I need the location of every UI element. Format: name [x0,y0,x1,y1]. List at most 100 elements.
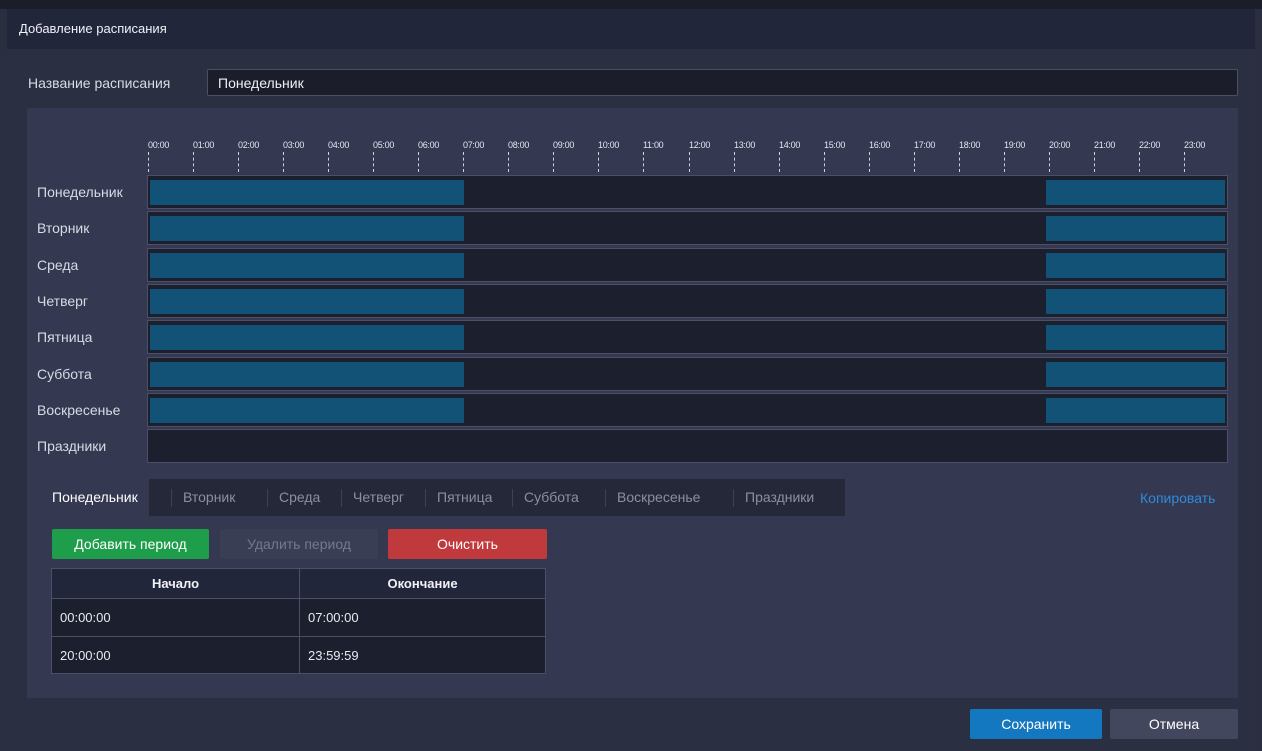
time-tick-label: 12:00 [689,140,711,150]
tab-day[interactable]: Понедельник [41,479,149,516]
schedule-period-segment[interactable] [1045,325,1225,351]
time-tick-label: 19:00 [1004,140,1026,150]
tab-day[interactable]: Вторник [172,479,246,516]
day-row-track[interactable] [147,392,1228,427]
schedule-name-input[interactable] [207,69,1238,96]
tab-day[interactable]: Суббота [513,479,590,516]
dialog-titlebar: Добавление расписания [7,9,1255,50]
time-tick-label: 17:00 [914,140,936,150]
time-tick: 15:00 [824,136,854,174]
schedule-period-segment[interactable] [1045,397,1225,423]
schedule-period-segment[interactable] [150,180,464,205]
schedule-period-segment[interactable] [150,397,464,423]
tab-day[interactable]: Праздники [734,479,825,516]
copy-link[interactable]: Копировать [1140,490,1215,506]
day-row-label: Праздники [37,438,107,455]
time-tick: 19:00 [1004,136,1034,174]
time-tick-label: 11:00 [643,140,664,150]
time-tick-label: 07:00 [463,140,485,150]
time-tick-label: 10:00 [598,140,620,150]
tab-separator [267,489,268,507]
time-tick-label: 15:00 [824,140,846,150]
time-tick: 23:00 [1184,136,1214,174]
time-tick: 18:00 [959,136,989,174]
add-period-button[interactable]: Добавить период [52,529,209,559]
window-top-edge [0,0,1262,9]
time-tick-mark [328,152,329,172]
time-tick-mark [1049,152,1050,172]
table-cell-start[interactable]: 00:00:00 [52,599,299,636]
day-row-track[interactable] [147,211,1228,246]
time-tick: 05:00 [373,136,403,174]
time-tick-mark [1184,152,1185,172]
time-tick-label: 05:00 [373,140,395,150]
tab-separator [733,489,734,507]
tab-separator [171,489,172,507]
time-tick: 20:00 [1049,136,1079,174]
time-tick-label: 09:00 [553,140,575,150]
time-tick-label: 23:00 [1184,140,1206,150]
tab-separator [605,489,606,507]
schedule-period-segment[interactable] [150,216,464,242]
day-tabs: Понедельник Вторник Среда Четверг Пятница Суб… [41,479,845,516]
time-tick: 13:00 [734,136,764,174]
schedule-period-segment[interactable] [1045,180,1225,205]
time-tick-mark [193,152,194,172]
schedule-period-segment[interactable] [1045,361,1225,387]
schedule-period-segment[interactable] [150,325,464,351]
time-tick: 14:00 [779,136,809,174]
day-row-track[interactable] [147,175,1228,209]
day-row-track[interactable] [147,356,1228,391]
time-tick-label: 14:00 [779,140,801,150]
time-tick-mark [508,152,509,172]
time-tick: 22:00 [1139,136,1169,174]
time-tick-mark [1139,152,1140,172]
time-tick: 04:00 [328,136,358,174]
time-tick-mark [824,152,825,172]
time-tick-mark [734,152,735,172]
schedule-period-segment[interactable] [150,361,464,387]
save-button[interactable]: Сохранить [970,709,1102,739]
cancel-button[interactable]: Отмена [1110,709,1238,739]
day-row-track[interactable] [147,247,1228,282]
day-row-label: Понедельник [37,184,123,200]
time-tick: 03:00 [283,136,313,174]
table-cell-start[interactable]: 20:00:00 [52,637,299,674]
time-tick-label: 06:00 [418,140,440,150]
time-tick-mark [1004,152,1005,172]
clear-button[interactable]: Очистить [388,529,547,559]
time-tick-mark [869,152,870,172]
time-tick-mark [373,152,374,172]
time-tick-label: 22:00 [1139,140,1161,150]
time-tick-mark [553,152,554,172]
delete-period-button[interactable]: Удалить период [220,529,378,559]
schedule-period-segment[interactable] [1045,252,1225,278]
day-row-label: Вторник [37,220,90,237]
schedule-period-segment[interactable] [1045,288,1225,314]
tab-day[interactable]: Пятница [426,479,503,516]
time-tick-label: 04:00 [328,140,350,150]
time-tick-mark [689,152,690,172]
tab-day[interactable]: Среда [268,479,331,516]
day-row-track[interactable] [147,429,1228,464]
day-row-label: Воскресенье [37,401,121,418]
time-tick-mark [148,152,149,172]
time-tick: 10:00 [598,136,628,174]
time-tick-label: 18:00 [959,140,981,150]
table-cell-end[interactable]: 07:00:00 [300,599,545,636]
time-tick: 21:00 [1094,136,1124,174]
schedule-period-segment[interactable] [150,288,464,314]
tab-day[interactable]: Воскресенье [606,479,711,516]
tab-separator [512,489,513,507]
table-cell-end[interactable]: 23:59:59 [300,637,545,674]
schedule-period-segment[interactable] [150,252,464,278]
day-row-track[interactable] [147,283,1228,318]
column-header-start: Начало [52,569,299,598]
schedule-period-segment[interactable] [1045,216,1225,242]
tab-day[interactable]: Четверг [342,479,415,516]
time-tick-mark [463,152,464,172]
day-row-track[interactable] [147,320,1228,355]
time-tick-label: 03:00 [283,140,305,150]
day-row-label: Суббота [37,365,92,382]
time-tick-mark [283,152,284,172]
